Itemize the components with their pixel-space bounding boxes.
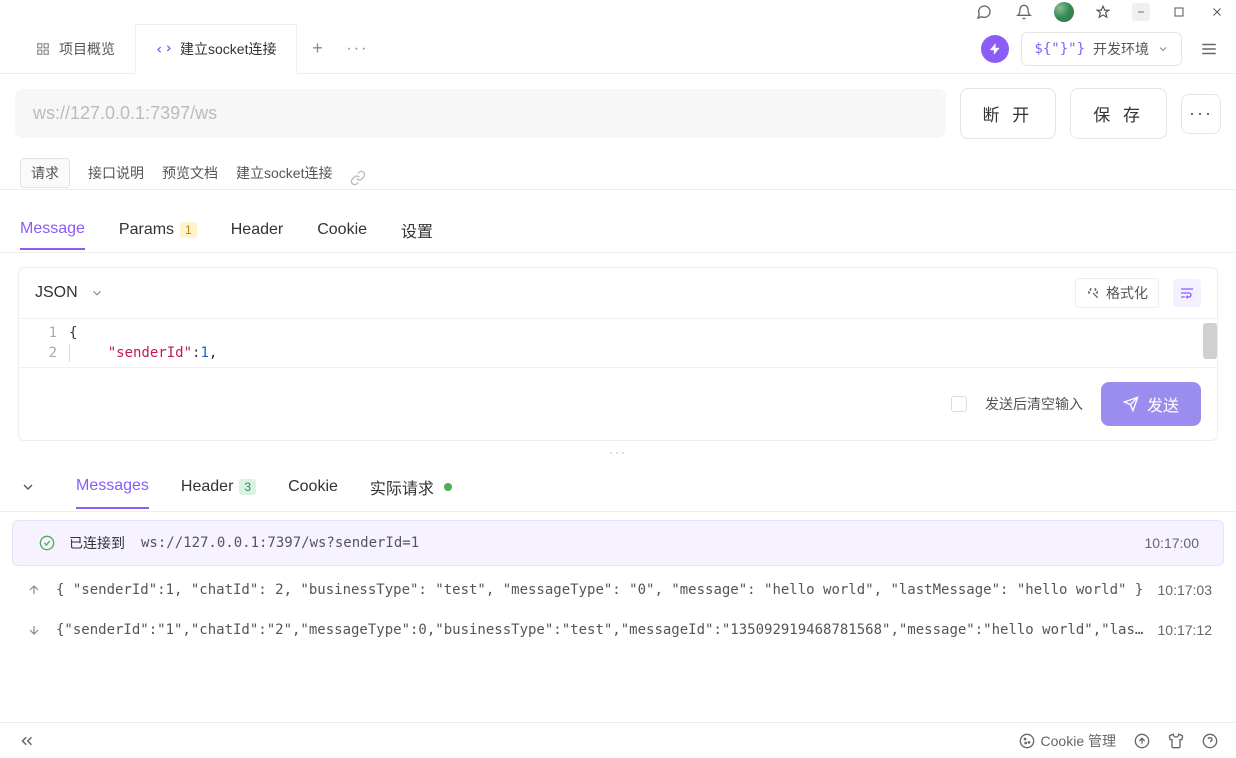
tab-header[interactable]: Header (231, 211, 283, 249)
footer: Cookie 管理 (0, 722, 1236, 758)
tab-more-button[interactable]: ··· (337, 40, 377, 58)
cookie-icon (1019, 733, 1035, 749)
connected-label: 已连接到 (69, 533, 125, 553)
line-number: 1 (19, 323, 57, 343)
pin-icon[interactable] (1094, 3, 1112, 21)
subtab-api-desc[interactable]: 接口说明 (88, 157, 144, 189)
tabbar: 项目概览 建立socket连接 + ··· ${"}"} 开发环境 (0, 24, 1236, 74)
arrow-up-icon (24, 583, 44, 597)
code-line: { (69, 323, 1217, 343)
message-sent[interactable]: { "senderId":1, "chatId": 2, "businessTy… (0, 570, 1236, 610)
resp-tab-cookie[interactable]: Cookie (288, 466, 338, 508)
url-input[interactable]: ws://127.0.0.1:7397/ws (15, 89, 946, 138)
code-editor[interactable]: 1 2 { "senderId":1, (19, 319, 1217, 367)
bracket-icon: ${"}"} (1034, 41, 1085, 57)
bell-icon[interactable] (1014, 2, 1034, 22)
tab-label: 项目概览 (59, 39, 115, 59)
subtab-request[interactable]: 请求 (20, 158, 70, 188)
tab-overview[interactable]: 项目概览 (15, 24, 135, 74)
env-select[interactable]: ${"}"} 开发环境 (1021, 32, 1182, 66)
tab-label: Header (181, 478, 233, 496)
save-button[interactable]: 保 存 (1070, 88, 1167, 139)
timestamp: 10:17:03 (1158, 582, 1213, 598)
quick-action-button[interactable] (981, 35, 1009, 63)
check-icon (37, 535, 57, 551)
timestamp: 10:17:00 (1145, 535, 1200, 551)
link-icon[interactable] (350, 164, 368, 182)
message-connected[interactable]: 已连接到 ws://127.0.0.1:7397/ws?senderId=1 1… (12, 520, 1224, 566)
chat-icon[interactable] (974, 2, 994, 22)
message-list: 已连接到 ws://127.0.0.1:7397/ws?senderId=1 1… (0, 512, 1236, 650)
format-select[interactable]: JSON (35, 284, 104, 302)
header-badge: 3 (239, 479, 256, 495)
scrollbar-thumb[interactable] (1203, 323, 1217, 359)
tab-socket[interactable]: 建立socket连接 (135, 24, 297, 74)
cookie-mgmt-label: Cookie 管理 (1041, 731, 1116, 751)
url-row: ws://127.0.0.1:7397/ws 断 开 保 存 ··· (0, 74, 1236, 153)
minimize-icon[interactable] (1132, 3, 1150, 21)
editor-footer: 发送后清空输入 发送 (19, 367, 1217, 440)
format-label: JSON (35, 284, 78, 302)
code-content[interactable]: { "senderId":1, (69, 319, 1217, 367)
resp-tab-header[interactable]: Header 3 (181, 466, 256, 508)
chevron-down-icon (1157, 43, 1169, 55)
tab-add-button[interactable]: + (297, 38, 337, 59)
message-received[interactable]: {"senderId":"1","chatId":"2","messageTyp… (0, 610, 1236, 650)
line-number: 2 (19, 343, 57, 363)
breadcrumb-title: 建立socket连接 (236, 157, 332, 189)
menu-button[interactable] (1194, 34, 1224, 64)
collapse-button[interactable] (20, 479, 44, 495)
message-text: {"senderId":"1","chatId":"2","messageTyp… (56, 622, 1146, 638)
editor-head: JSON 格式化 (19, 268, 1217, 319)
disconnect-button[interactable]: 断 开 (960, 88, 1057, 139)
tab-label: Params (119, 221, 174, 239)
divider-grip[interactable]: ··· (0, 441, 1236, 463)
tab-settings[interactable]: 设置 (401, 208, 433, 252)
avatar[interactable] (1054, 2, 1074, 22)
tab-cookie[interactable]: Cookie (317, 211, 367, 249)
env-label: 开发环境 (1093, 39, 1149, 59)
message-text: { "senderId":1, "chatId": 2, "businessTy… (56, 582, 1146, 598)
tab-label: 实际请求 (370, 475, 434, 499)
grid-icon (35, 41, 51, 57)
titlebar (0, 0, 1236, 24)
format-label: 格式化 (1106, 283, 1148, 303)
gutter: 1 2 (19, 319, 69, 367)
subtabs: 请求 接口说明 预览文档 建立socket连接 (0, 153, 1236, 190)
collapse-sidebar-button[interactable] (18, 732, 36, 750)
upload-icon[interactable] (1134, 733, 1150, 749)
subtab-preview-doc[interactable]: 预览文档 (162, 157, 218, 189)
resp-tab-messages[interactable]: Messages (76, 465, 149, 509)
tab-label: 建立socket连接 (180, 39, 276, 59)
connected-url: ws://127.0.0.1:7397/ws?senderId=1 (141, 535, 1133, 551)
code-line: "senderId":1, (69, 343, 1217, 363)
more-button[interactable]: ··· (1181, 94, 1221, 134)
status-dot (444, 483, 452, 491)
params-badge: 1 (180, 222, 197, 238)
maximize-icon[interactable] (1170, 3, 1188, 21)
send-button[interactable]: 发送 (1101, 382, 1201, 426)
send-label: 发送 (1147, 392, 1179, 416)
response-tabs: Messages Header 3 Cookie 实际请求 (0, 463, 1236, 512)
help-icon[interactable] (1202, 733, 1218, 749)
wrap-button[interactable] (1173, 279, 1201, 307)
timestamp: 10:17:12 (1158, 622, 1213, 638)
tab-params[interactable]: Params 1 (119, 211, 197, 249)
close-icon[interactable] (1208, 3, 1226, 21)
arrow-down-icon (24, 623, 44, 637)
format-button[interactable]: 格式化 (1075, 278, 1159, 308)
chevron-down-icon (90, 286, 104, 300)
editor-panel: JSON 格式化 1 2 { "senderId":1, 发送后清空输入 发送 (18, 267, 1218, 441)
clear-checkbox[interactable] (951, 396, 967, 412)
shirt-icon[interactable] (1168, 733, 1184, 749)
socket-icon (156, 41, 172, 57)
cookie-mgmt-button[interactable]: Cookie 管理 (1019, 731, 1116, 751)
tabbar-right: ${"}"} 开发环境 (981, 32, 1236, 66)
request-tabs: Message Params 1 Header Cookie 设置 (0, 208, 1236, 253)
clear-label: 发送后清空输入 (985, 394, 1083, 414)
tab-message[interactable]: Message (20, 210, 85, 250)
resp-tab-actual[interactable]: 实际请求 (370, 463, 452, 511)
send-icon (1123, 396, 1139, 412)
magic-icon (1086, 286, 1100, 300)
